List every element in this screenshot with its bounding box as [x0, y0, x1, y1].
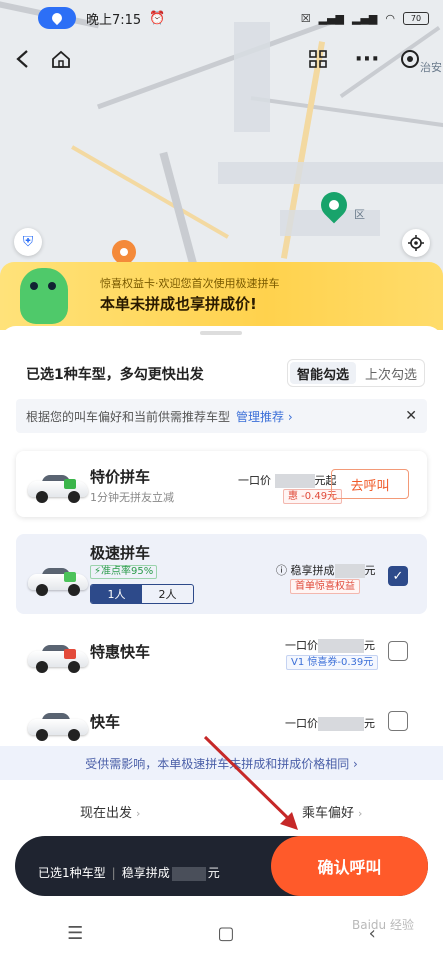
car-icon	[28, 643, 88, 673]
close-icon[interactable]: ✕	[405, 408, 417, 424]
watermark-text: Baidu 经验	[352, 918, 414, 932]
ride-checkbox[interactable]	[388, 711, 408, 731]
car-icon	[28, 473, 88, 503]
ride-checkbox[interactable]	[388, 641, 408, 661]
manage-recommend-link[interactable]: 管理推荐 ›	[236, 408, 293, 425]
ride-price: ⓘ 稳享拼成元	[276, 564, 376, 578]
seat-count-selector: 1人 2人	[90, 584, 194, 604]
recommend-tip: 根据您的叫车偏好和当前供需推荐车型 管理推荐 › ✕	[16, 399, 427, 433]
more-icon[interactable]: ···	[352, 44, 382, 74]
ride-name: 特价拼车	[90, 468, 151, 486]
ride-subtitle: 1分钟无拼友立减	[90, 491, 174, 504]
signal-icon: ▂▄▆	[318, 11, 344, 25]
promo-title: 本单未拼成也享拼成价!	[100, 295, 257, 313]
supply-notice[interactable]: 受供需影响，本单极速拼车未拼成和拼成价格相同 ›	[0, 746, 443, 780]
system-navigation-bar: ☰ ▢ ‹	[0, 906, 443, 960]
car-icon	[28, 711, 88, 741]
ride-preference-option[interactable]: 乘车偏好 ›	[302, 802, 362, 821]
battery-icon: 70	[403, 11, 429, 25]
alarm-icon: ⏰	[149, 10, 166, 26]
locate-me-icon[interactable]	[402, 229, 430, 257]
call-now-button[interactable]: 去呼叫	[331, 469, 409, 499]
ride-price: 一口价 元起	[238, 474, 337, 488]
seat-option-2[interactable]: 2人	[142, 585, 193, 603]
selection-mode-toggle: 智能勾选 上次勾选	[287, 359, 425, 387]
back-icon[interactable]	[8, 44, 38, 74]
home-square-icon[interactable]: ▢	[217, 923, 234, 944]
confirm-call-button[interactable]: 确认呼叫	[271, 836, 428, 896]
seat-option-1[interactable]: 1人	[91, 585, 142, 603]
car-icon	[28, 566, 88, 596]
safety-shield-icon[interactable]: ⛨	[14, 228, 42, 256]
location-status-icon	[38, 7, 76, 29]
ride-price: 一口价元	[285, 639, 375, 653]
first-order-badge: 首单惊喜权益	[290, 579, 360, 594]
mascot-icon	[20, 268, 68, 324]
scan-icon[interactable]	[303, 44, 333, 74]
status-bar: 晚上7:15 ⏰ ☒ ▂▄▆ ▂▄▆ ◠ 70	[0, 0, 443, 36]
depart-time-option[interactable]: 现在出发 ›	[80, 802, 140, 821]
ride-checkbox-checked[interactable]: ✓	[388, 566, 408, 586]
home-icon[interactable]	[46, 44, 76, 74]
menu-icon[interactable]: ☰	[67, 923, 83, 944]
ride-name: 特惠快车	[90, 643, 151, 661]
sheet-drag-handle[interactable]	[200, 331, 242, 335]
target-icon[interactable]	[395, 44, 425, 74]
status-time: 晚上7:15	[86, 12, 142, 28]
selection-title: 已选1种车型，多勾更快出发	[26, 367, 204, 383]
ride-price: 一口价元	[285, 717, 375, 731]
toggle-last-select[interactable]: 上次勾选	[358, 360, 424, 386]
bottom-summary-text: 已选1种车型 | 稳享拼成元	[38, 866, 220, 881]
toggle-smart-select[interactable]: 智能勾选	[290, 362, 356, 384]
tip-text: 根据您的叫车偏好和当前供需推荐车型	[26, 409, 231, 424]
promo-subtitle: 惊喜权益卡·欢迎您首次使用极速拼车	[100, 277, 280, 290]
map-label-mid: 区	[354, 208, 365, 221]
coupon-badge: V1 惊喜券-0.39元	[286, 655, 379, 670]
ride-name: 快车	[90, 713, 121, 731]
on-time-rate-badge: ⚡准点率95%	[90, 565, 158, 579]
wifi-icon: ◠	[385, 11, 395, 25]
ride-name: 极速拼车	[90, 544, 151, 562]
notification-icon: ☒	[300, 11, 311, 25]
signal-icon-2: ▂▄▆	[352, 11, 378, 25]
